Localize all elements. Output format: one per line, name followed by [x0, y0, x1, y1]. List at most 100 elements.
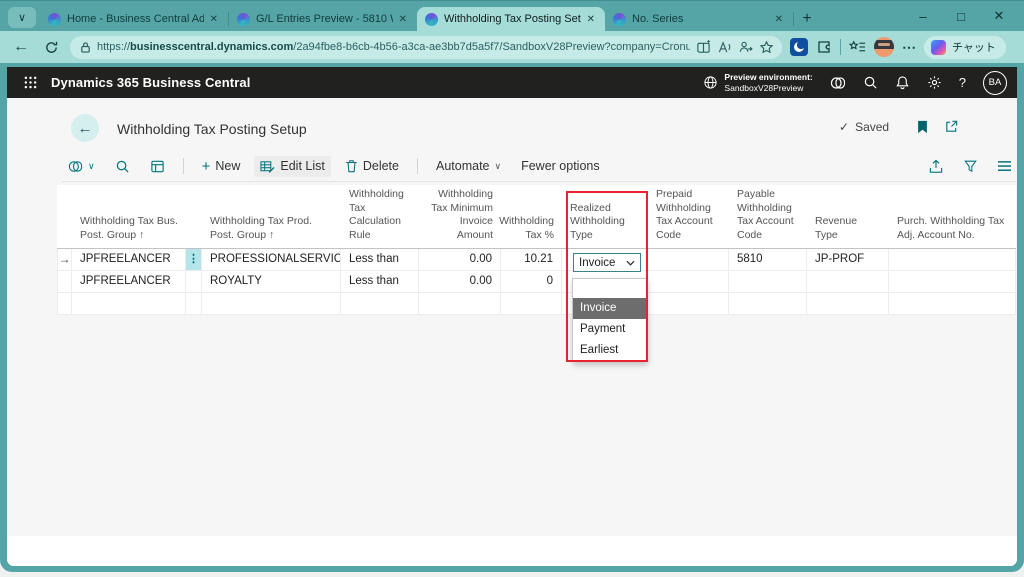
- extension-badge-icon[interactable]: [790, 38, 808, 56]
- cell-bus-post-group[interactable]: [72, 293, 186, 315]
- cell-revenue-type[interactable]: [807, 293, 889, 315]
- cell-prod-post-group[interactable]: [202, 293, 341, 315]
- cell-prepaid-account[interactable]: [648, 293, 729, 315]
- col-tax-percent[interactable]: Withholding Tax %: [501, 185, 562, 249]
- dropdown-option-payment[interactable]: Payment: [573, 319, 646, 340]
- tab-home-admin[interactable]: Home - Business Central Admin Ce ✕: [40, 7, 228, 31]
- delete-button[interactable]: Delete: [339, 156, 405, 176]
- edit-list-button[interactable]: Edit List: [254, 156, 330, 177]
- cell-tax-percent[interactable]: [501, 293, 562, 315]
- cell-payable-account[interactable]: 5810: [729, 249, 807, 271]
- url-field[interactable]: https://businesscentral.dynamics.com/2a9…: [70, 36, 782, 59]
- col-prod-post-group[interactable]: Withholding Tax Prod. Post. Group ↑: [202, 185, 341, 249]
- cell-min-invoice-amount[interactable]: 0.00: [419, 249, 501, 271]
- cell-revenue-type[interactable]: JP-PROF: [807, 249, 889, 271]
- environment-indicator[interactable]: Preview environment: SandboxV28Preview: [703, 72, 812, 93]
- settings-gear-icon[interactable]: [927, 75, 942, 90]
- cell-payable-account[interactable]: [729, 293, 807, 315]
- profile-sync-icon[interactable]: [738, 40, 753, 55]
- row-options-cell[interactable]: [186, 293, 202, 315]
- table-header-row: Withholding Tax Bus. Post. Group ↑ Withh…: [57, 185, 1016, 249]
- tab-close-icon[interactable]: ✕: [208, 14, 220, 25]
- tab-close-icon[interactable]: ✕: [397, 14, 409, 25]
- tab-close-icon[interactable]: ✕: [585, 14, 597, 25]
- cell-purch-adj-account[interactable]: [889, 293, 1016, 315]
- back-icon[interactable]: ←: [10, 36, 32, 58]
- col-revenue-type[interactable]: Revenue Type: [807, 185, 889, 249]
- cell-min-invoice-amount[interactable]: [419, 293, 501, 315]
- row-options-cell[interactable]: ⋮: [186, 249, 202, 271]
- copilot-chat-button[interactable]: チャット: [924, 36, 1006, 59]
- col-bus-post-group[interactable]: Withholding Tax Bus. Post. Group ↑: [72, 185, 186, 249]
- browser-essentials-icon[interactable]: [816, 39, 832, 55]
- new-button[interactable]: + New: [196, 155, 247, 178]
- share-icon[interactable]: [928, 159, 944, 174]
- cell-purch-adj-account[interactable]: [889, 249, 1016, 271]
- cell-revenue-type[interactable]: [807, 271, 889, 293]
- copilot-icon[interactable]: [830, 75, 846, 91]
- open-in-new-window-icon[interactable]: [944, 119, 959, 134]
- cell-bus-post-group[interactable]: JPFREELANCER: [72, 249, 186, 271]
- row-options-cell[interactable]: [186, 271, 202, 293]
- maximize-button[interactable]: □: [942, 1, 980, 31]
- cell-tax-percent[interactable]: 0: [501, 271, 562, 293]
- cell-prod-post-group[interactable]: PROFESSIONALSERVICE: [202, 249, 341, 271]
- back-button[interactable]: ←: [71, 114, 99, 142]
- col-realized-withholding-type[interactable]: Realized Withholding Type: [562, 185, 648, 249]
- cell-bus-post-group[interactable]: JPFREELANCER: [72, 271, 186, 293]
- cell-prod-post-group[interactable]: ROYALTY: [202, 271, 341, 293]
- plus-icon: +: [202, 158, 211, 175]
- col-purch-adj-account[interactable]: Purch. Withholding Tax Adj. Account No.: [889, 185, 1016, 249]
- filter-funnel-icon[interactable]: [963, 159, 978, 173]
- user-avatar[interactable]: BA: [983, 71, 1007, 95]
- cell-tax-percent[interactable]: 10.21: [501, 249, 562, 271]
- split-screen-icon[interactable]: [696, 40, 711, 55]
- ellipsis-vertical-icon[interactable]: ⋮: [186, 249, 201, 270]
- dropdown-option-blank[interactable]: [573, 279, 646, 298]
- cell-calculation-rule[interactable]: [341, 293, 419, 315]
- app-launcher-waffle-icon[interactable]: [15, 67, 45, 98]
- app-title[interactable]: Dynamics 365 Business Central: [51, 75, 250, 90]
- tab-close-icon[interactable]: ✕: [773, 14, 785, 25]
- tab-title: G/L Entries Preview - 5810 Withhol: [256, 13, 393, 25]
- dropdown-option-invoice[interactable]: Invoice: [573, 298, 646, 319]
- notifications-bell-icon[interactable]: [895, 75, 910, 90]
- open-in-app-button[interactable]: [144, 156, 171, 177]
- cell-payable-account[interactable]: [729, 271, 807, 293]
- tab-gl-entries[interactable]: G/L Entries Preview - 5810 Withhol ✕: [229, 7, 417, 31]
- tab-search-button[interactable]: ∨: [8, 7, 36, 28]
- refresh-icon[interactable]: [40, 36, 62, 58]
- cell-purch-adj-account[interactable]: [889, 271, 1016, 293]
- cell-prepaid-account[interactable]: [648, 271, 729, 293]
- col-payable-account[interactable]: Payable Withholding Tax Account Code: [729, 185, 807, 249]
- automate-button[interactable]: Automate ∨: [430, 156, 507, 176]
- fewer-options-button[interactable]: Fewer options: [515, 156, 606, 176]
- toolbar-divider: [840, 39, 841, 55]
- cell-calculation-rule[interactable]: Less than: [341, 249, 419, 271]
- new-tab-button[interactable]: +: [794, 7, 820, 31]
- list-view-icon[interactable]: [997, 160, 1012, 173]
- minimize-button[interactable]: –: [904, 1, 942, 31]
- col-prepaid-account[interactable]: Prepaid Withholding Tax Account Code: [648, 185, 729, 249]
- favorites-bar-icon[interactable]: [849, 40, 866, 54]
- copilot-menu-button[interactable]: ∨: [62, 156, 101, 177]
- tab-no-series[interactable]: No. Series ✕: [605, 7, 793, 31]
- more-menu-icon[interactable]: ⋯: [902, 39, 916, 56]
- favorites-star-icon[interactable]: [759, 40, 774, 55]
- cell-calculation-rule[interactable]: Less than: [341, 271, 419, 293]
- close-button[interactable]: ✕: [980, 1, 1018, 31]
- browser-profile-avatar[interactable]: [874, 37, 894, 57]
- col-min-invoice-amount[interactable]: Withholding Tax Minimum Invoice Amount: [419, 185, 501, 249]
- search-list-button[interactable]: [109, 156, 136, 177]
- search-icon[interactable]: [863, 75, 878, 90]
- tab-withholding-setup[interactable]: Withholding Tax Posting Setup ✕: [417, 7, 605, 31]
- dropdown-option-earliest[interactable]: Earliest: [573, 340, 646, 361]
- col-calculation-rule[interactable]: Withholding Tax Calculation Rule: [341, 185, 419, 249]
- help-icon[interactable]: ?: [959, 75, 966, 90]
- bc-header: Dynamics 365 Business Central Preview en…: [7, 67, 1017, 98]
- bookmark-icon[interactable]: [917, 120, 928, 134]
- cell-min-invoice-amount[interactable]: 0.00: [419, 271, 501, 293]
- cell-prepaid-account[interactable]: [648, 249, 729, 271]
- read-aloud-icon[interactable]: [717, 40, 732, 55]
- realized-withholding-type-select[interactable]: Invoice: [573, 253, 641, 272]
